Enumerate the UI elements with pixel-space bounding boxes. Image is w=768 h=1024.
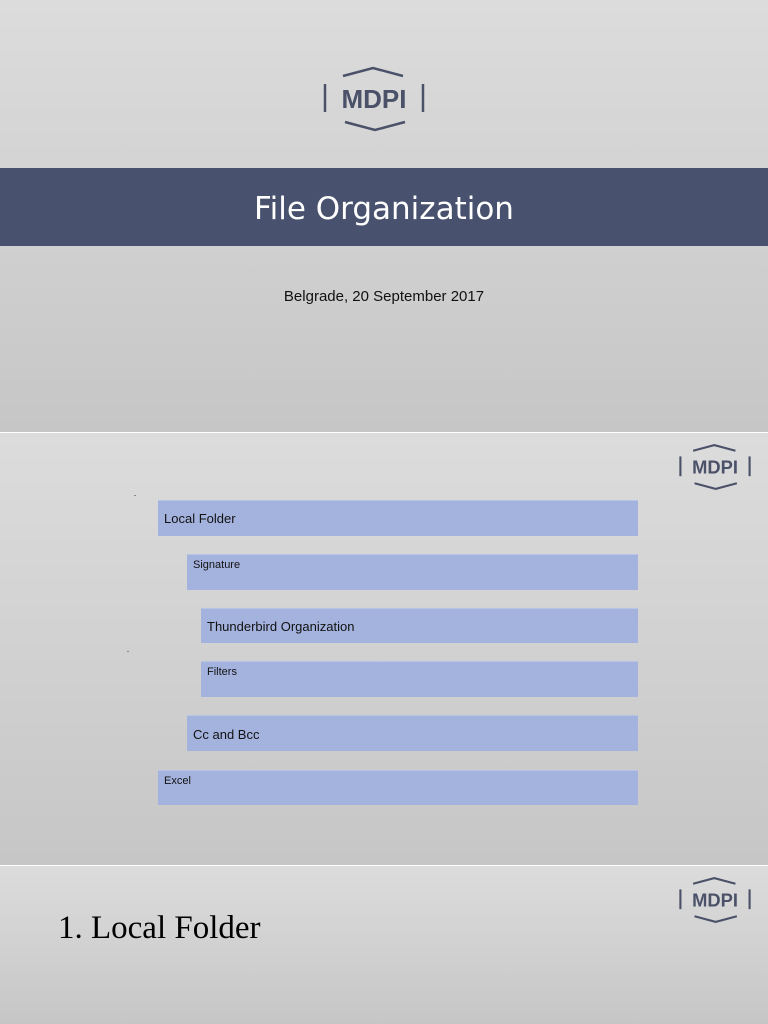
logo-text: MDPI <box>342 84 407 114</box>
section-heading: 1. Local Folder <box>58 910 261 946</box>
mdpi-logo: MDPI <box>323 66 425 132</box>
mdpi-logo: MDPI <box>679 876 751 924</box>
agenda-item-cc-bcc: Cc and Bcc <box>187 715 638 751</box>
section-slide: MDPI 1. Local Folder <box>0 866 768 1024</box>
agenda-item-label: Signature <box>193 559 241 571</box>
stray-mark <box>127 651 129 652</box>
slide-subtitle: Belgrade, 20 September 2017 <box>283 288 485 305</box>
agenda-item-label: Excel <box>164 775 191 787</box>
agenda-item-excel: Excel <box>158 770 638 805</box>
slide-title: File Organization <box>254 191 514 227</box>
mdpi-logo: MDPI <box>679 443 751 491</box>
agenda-item-label: Thunderbird Organization <box>207 619 355 634</box>
logo-text: MDPI <box>692 456 738 477</box>
agenda-item-filters: Filters <box>201 661 638 697</box>
agenda-item-signature: Signature <box>187 554 638 590</box>
agenda-item-thunderbird: Thunderbird Organization <box>201 608 638 643</box>
title-slide: MDPI File Organization Belgrade, 20 Sept… <box>0 0 768 432</box>
agenda-item-label: Cc and Bcc <box>193 727 260 742</box>
agenda-item-local-folder: Local Folder <box>158 500 638 536</box>
agenda-item-label: Filters <box>207 666 237 678</box>
agenda-item-label: Local Folder <box>164 511 236 526</box>
title-band: File Organization <box>0 168 768 246</box>
logo-text: MDPI <box>692 889 738 910</box>
stray-mark <box>134 495 136 496</box>
agenda-slide: MDPI Local Folder Signature Thunderbird … <box>0 433 768 865</box>
